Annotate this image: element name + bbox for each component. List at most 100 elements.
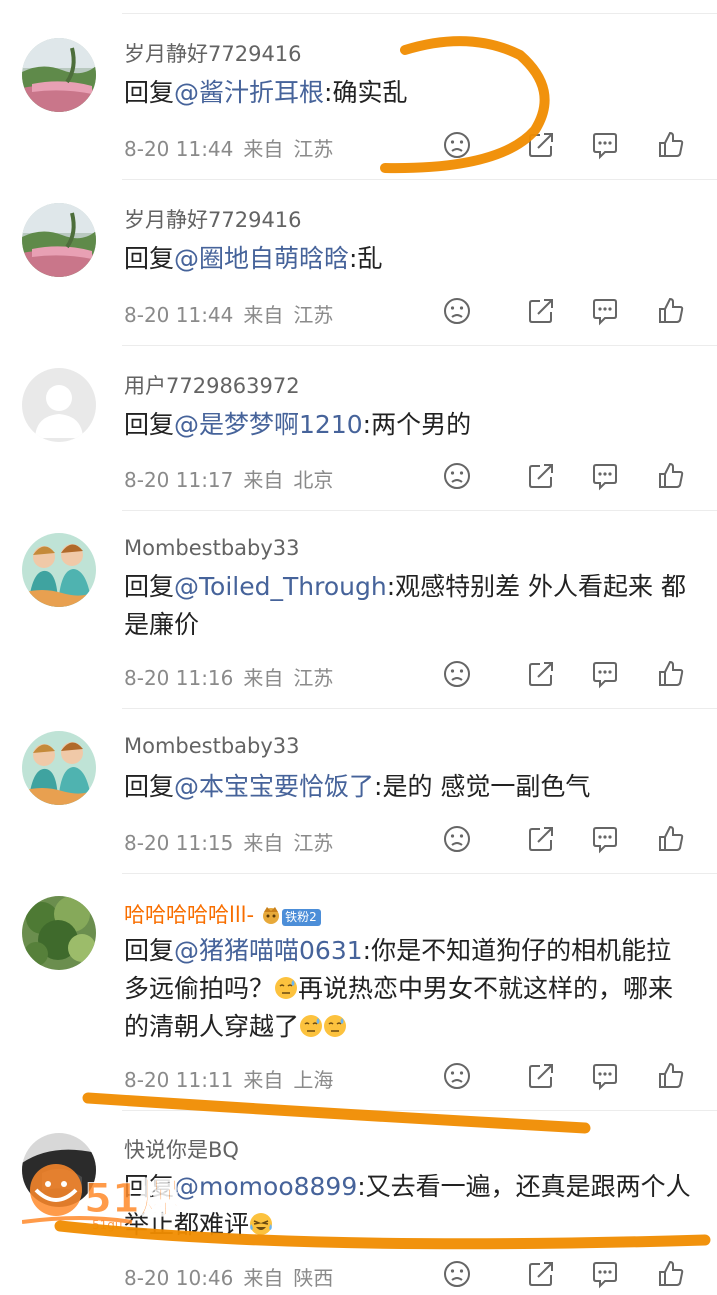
share-button[interactable] [524,294,558,328]
like-button[interactable] [654,1059,688,1093]
share-button[interactable] [524,1059,558,1093]
dislike-face-button[interactable] [440,128,474,162]
like-icon [659,297,684,323]
username[interactable]: 岁月静好7729416 [124,38,302,68]
divider [122,1110,717,1111]
mention-link[interactable]: @圈地自萌晗晗 [174,244,349,273]
username[interactable]: 岁月静好7729416 [124,204,302,234]
like-button[interactable] [654,822,688,856]
timestamp: 8-20 11:16 [124,666,234,690]
username[interactable]: 哈哈哈哈哈lll- 铁粉2 [124,899,321,929]
like-button[interactable] [654,657,688,691]
comment-button[interactable] [588,822,622,856]
reply-content: :两个男的 [362,410,472,439]
dislike-face-button[interactable] [440,294,474,328]
comment-icon [593,827,617,854]
dislike-face-button[interactable] [440,1257,474,1291]
action-bar [440,1059,690,1093]
like-icon [659,1062,684,1088]
share-button[interactable] [524,822,558,856]
reply-prefix: 回复 [124,78,175,107]
like-button[interactable] [654,1257,688,1291]
comment-button[interactable] [588,1257,622,1291]
share-icon [529,464,553,488]
comment-meta: 8-20 11:17 来自 北京 [124,464,333,493]
username[interactable]: Mombestbaby33 [124,734,300,758]
sweat-emoji-icon [275,977,298,999]
timestamp: 8-20 11:15 [124,831,234,855]
timestamp: 8-20 11:11 [124,1068,234,1092]
like-icon [659,1260,684,1286]
comment-icon [593,464,617,491]
share-button[interactable] [524,657,558,691]
avatar[interactable] [22,731,96,805]
from-label: 来自 [243,831,284,855]
username[interactable]: 用户7729863972 [124,370,300,400]
mention-link[interactable]: @Toiled_Through [174,572,387,601]
landscape-avatar-image [22,203,96,277]
comment-button[interactable] [588,294,622,328]
action-bar [440,1257,690,1291]
comment-meta: 8-20 11:44 来自 江苏 [124,299,333,328]
dislike-face-button[interactable] [440,1059,474,1093]
mention-link[interactable]: @酱汁折耳根 [174,78,324,107]
fan-badge: 铁粉2 [260,902,321,926]
reply-content: :乱 [349,244,383,273]
dislike-face-icon [444,1063,470,1089]
dislike-face-button[interactable] [440,822,474,856]
username[interactable]: 快说你是BQ [124,1134,239,1164]
default-avatar-image [22,368,96,442]
share-icon [529,827,553,851]
like-button[interactable] [654,128,688,162]
comment-button[interactable] [588,1059,622,1093]
mention-link[interactable]: @猪猪喵喵0631 [174,936,363,965]
dislike-face-icon [444,661,470,687]
share-button[interactable] [524,128,558,162]
action-bar [440,657,690,691]
divider [122,708,717,709]
comment-text: 回复@圈地自萌晗晗:乱 [124,240,693,278]
comment-button[interactable] [588,459,622,493]
avatar[interactable] [22,38,96,112]
from-label: 来自 [243,468,284,492]
share-button[interactable] [524,1257,558,1291]
like-button[interactable] [654,294,688,328]
like-icon [659,825,684,851]
avatar[interactable] [22,368,96,442]
comment-icon [593,1064,617,1091]
comment-text: 回复@是梦梦啊1210:两个男的 [124,406,693,444]
comment-text: 回复@酱汁折耳根:确实乱 [124,74,693,112]
comment-button[interactable] [588,128,622,162]
like-button[interactable] [654,459,688,493]
comment-meta: 8-20 11:15 来自 江苏 [124,827,333,856]
watermark-text: 51爆 [84,1176,181,1223]
laugh-cry-emoji-icon [250,1213,273,1235]
reply-prefix: 回复 [124,772,175,801]
location: 江苏 [293,831,334,855]
dislike-face-button[interactable] [440,459,474,493]
username[interactable]: Mombestbaby33 [124,536,300,560]
anime-avatar-image [22,731,96,805]
avatar[interactable] [22,203,96,277]
avatar[interactable] [22,896,96,970]
action-bar [440,822,690,856]
share-icon [529,133,553,157]
share-icon [529,299,553,323]
mention-link[interactable]: @本宝宝要恰饭了 [174,772,374,801]
divider [122,179,717,180]
comment-icon [593,1262,617,1289]
fan-level: 铁粉2 [282,909,321,926]
comment-icon [593,299,617,326]
reply-content: :是的 感觉一副色气 [374,772,591,801]
action-bar [440,294,690,328]
timestamp: 8-20 11:44 [124,303,234,327]
avatar[interactable] [22,533,96,607]
share-button[interactable] [524,459,558,493]
from-label: 来自 [243,1266,284,1290]
mention-link[interactable]: @momoo8899 [174,1172,357,1201]
dislike-face-button[interactable] [440,657,474,691]
mention-link[interactable]: @是梦梦啊1210 [174,410,363,439]
from-label: 来自 [243,1068,284,1092]
comment-meta: 8-20 10:46 来自 陕西 [124,1262,333,1291]
comment-button[interactable] [588,657,622,691]
